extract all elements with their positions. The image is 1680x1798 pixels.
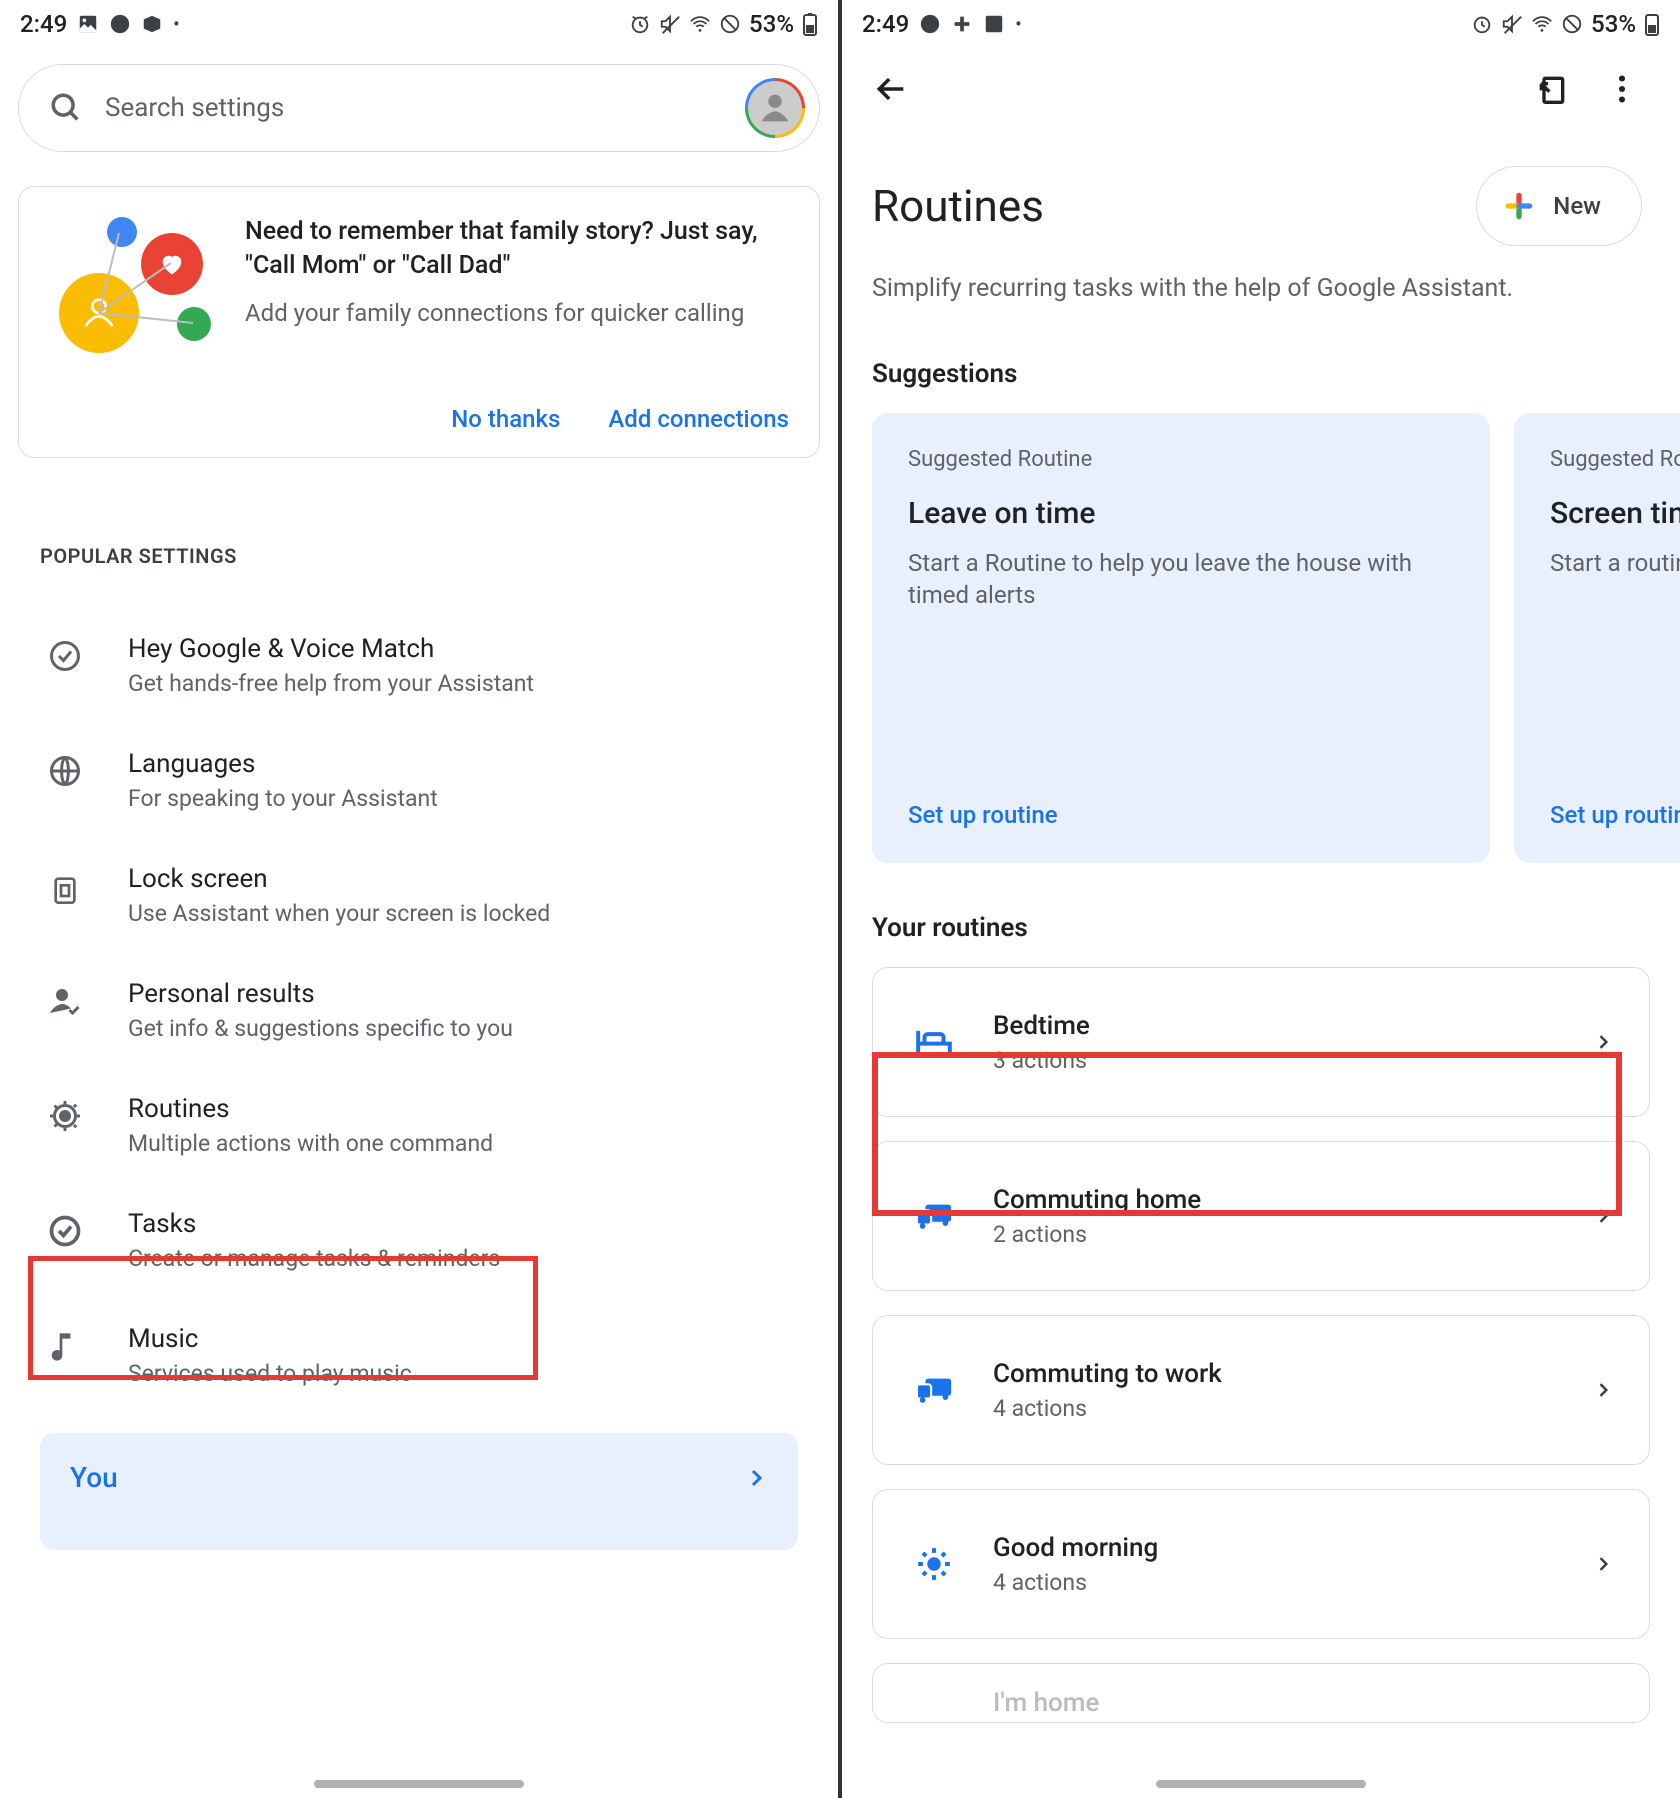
commute-icon <box>913 1375 955 1405</box>
promo-title: Need to remember that family story? Just… <box>245 215 789 283</box>
dnd-icon <box>109 13 131 35</box>
status-bar: 2:49 • 53% <box>0 0 838 48</box>
routine-bedtime[interactable]: Bedtime3 actions <box>872 967 1650 1117</box>
dnd-icon <box>919 13 941 35</box>
voice-icon <box>44 638 86 674</box>
overflow-button[interactable] <box>1602 75 1642 103</box>
setting-music[interactable]: MusicServices used to play music <box>0 1298 838 1413</box>
plus-icon <box>1503 190 1535 222</box>
wifi-icon <box>1531 13 1553 35</box>
routines-list: Bedtime3 actions Commuting home2 actions… <box>842 967 1680 1723</box>
status-bar: 2:49 • 53% <box>842 0 1680 48</box>
search-settings[interactable]: Search settings <box>18 64 820 152</box>
chevron-right-icon <box>744 1466 768 1490</box>
app-bar <box>842 54 1680 124</box>
battery-icon <box>802 12 818 36</box>
lock-icon <box>44 868 86 908</box>
block-icon <box>1561 13 1583 35</box>
promo-add-connections[interactable]: Add connections <box>608 405 789 433</box>
slack-icon <box>951 13 973 35</box>
dot-icon: • <box>173 14 179 35</box>
routine-icon <box>44 1098 86 1134</box>
dot-icon: • <box>1015 14 1021 35</box>
setting-voice-match[interactable]: Hey Google & Voice MatchGet hands-free h… <box>0 608 838 723</box>
back-button[interactable] <box>872 72 912 106</box>
nav-handle[interactable] <box>314 1780 524 1788</box>
sun-icon <box>913 1545 955 1583</box>
routine-good-morning[interactable]: Good morning4 actions <box>872 1489 1650 1639</box>
block-icon <box>719 13 741 35</box>
search-placeholder: Search settings <box>105 93 723 123</box>
setup-routine-link[interactable]: Set up routine <box>908 801 1454 829</box>
status-battery: 53% <box>749 10 794 38</box>
setting-personal-results[interactable]: Personal resultsGet info & suggestions s… <box>0 953 838 1068</box>
avatar[interactable] <box>745 78 805 138</box>
commute-icon <box>913 1201 955 1231</box>
globe-icon <box>44 753 86 789</box>
settings-list: Hey Google & Voice MatchGet hands-free h… <box>0 608 838 1413</box>
task-icon <box>44 1213 86 1249</box>
alarm-icon <box>629 13 651 35</box>
page-subtitle: Simplify recurring tasks with the help o… <box>842 274 1680 303</box>
promo-body: Add your family connections for quicker … <box>245 299 789 327</box>
search-icon <box>49 91 83 125</box>
section-popular-settings: POPULAR SETTINGS <box>40 544 838 568</box>
setup-routine-link[interactable]: Set up routine <box>1550 801 1680 829</box>
setting-lock-screen[interactable]: Lock screenUse Assistant when your scree… <box>0 838 838 953</box>
routine-commuting-home[interactable]: Commuting home2 actions <box>872 1141 1650 1291</box>
new-routine-button[interactable]: New <box>1476 166 1642 246</box>
chevron-right-icon <box>1593 1554 1613 1574</box>
suggestions-row[interactable]: Suggested Routine Leave on time Start a … <box>842 413 1680 863</box>
screen-routines: 2:49 • 53% Routines <box>842 0 1680 1798</box>
box-icon <box>141 13 163 35</box>
page-title: Routines <box>872 180 1044 232</box>
bed-icon <box>913 1027 955 1057</box>
promo-card: Need to remember that family story? Just… <box>18 186 820 458</box>
music-icon <box>44 1328 86 1368</box>
status-time: 2:49 <box>862 10 909 38</box>
chevron-right-icon <box>1593 1032 1613 1052</box>
person-check-icon <box>44 983 86 1019</box>
screen-settings: 2:49 • 53% Search settings <box>0 0 838 1798</box>
wifi-icon <box>689 13 711 35</box>
you-label: You <box>70 1461 118 1494</box>
promo-graphic <box>49 215 219 355</box>
chevron-right-icon <box>1593 1380 1613 1400</box>
battery-icon <box>1644 12 1660 36</box>
chevron-right-icon <box>1593 1206 1613 1226</box>
suggestion-screen-time[interactable]: Suggested Routine Screen time Start a ro… <box>1514 413 1680 863</box>
section-your-routines: Your routines <box>842 913 1680 943</box>
setting-languages[interactable]: LanguagesFor speaking to your Assistant <box>0 723 838 838</box>
setting-tasks[interactable]: TasksCreate or manage tasks & reminders <box>0 1183 838 1298</box>
routine-commuting-work[interactable]: Commuting to work4 actions <box>872 1315 1650 1465</box>
you-card[interactable]: You <box>40 1433 798 1550</box>
mute-icon <box>659 13 681 35</box>
shortcut-button[interactable] <box>1532 73 1572 105</box>
status-time: 2:49 <box>20 10 67 38</box>
alarm-icon <box>1471 13 1493 35</box>
promo-no-thanks[interactable]: No thanks <box>451 405 560 433</box>
setting-routines[interactable]: RoutinesMultiple actions with one comman… <box>0 1068 838 1183</box>
status-battery: 53% <box>1591 10 1636 38</box>
nav-handle[interactable] <box>1156 1780 1366 1788</box>
section-suggestions: Suggestions <box>842 359 1680 389</box>
suggestion-leave-on-time[interactable]: Suggested Routine Leave on time Start a … <box>872 413 1490 863</box>
image-icon <box>77 13 99 35</box>
mute-icon <box>1501 13 1523 35</box>
image-icon <box>983 13 1005 35</box>
routine-im-home[interactable]: I'm home <box>872 1663 1650 1723</box>
